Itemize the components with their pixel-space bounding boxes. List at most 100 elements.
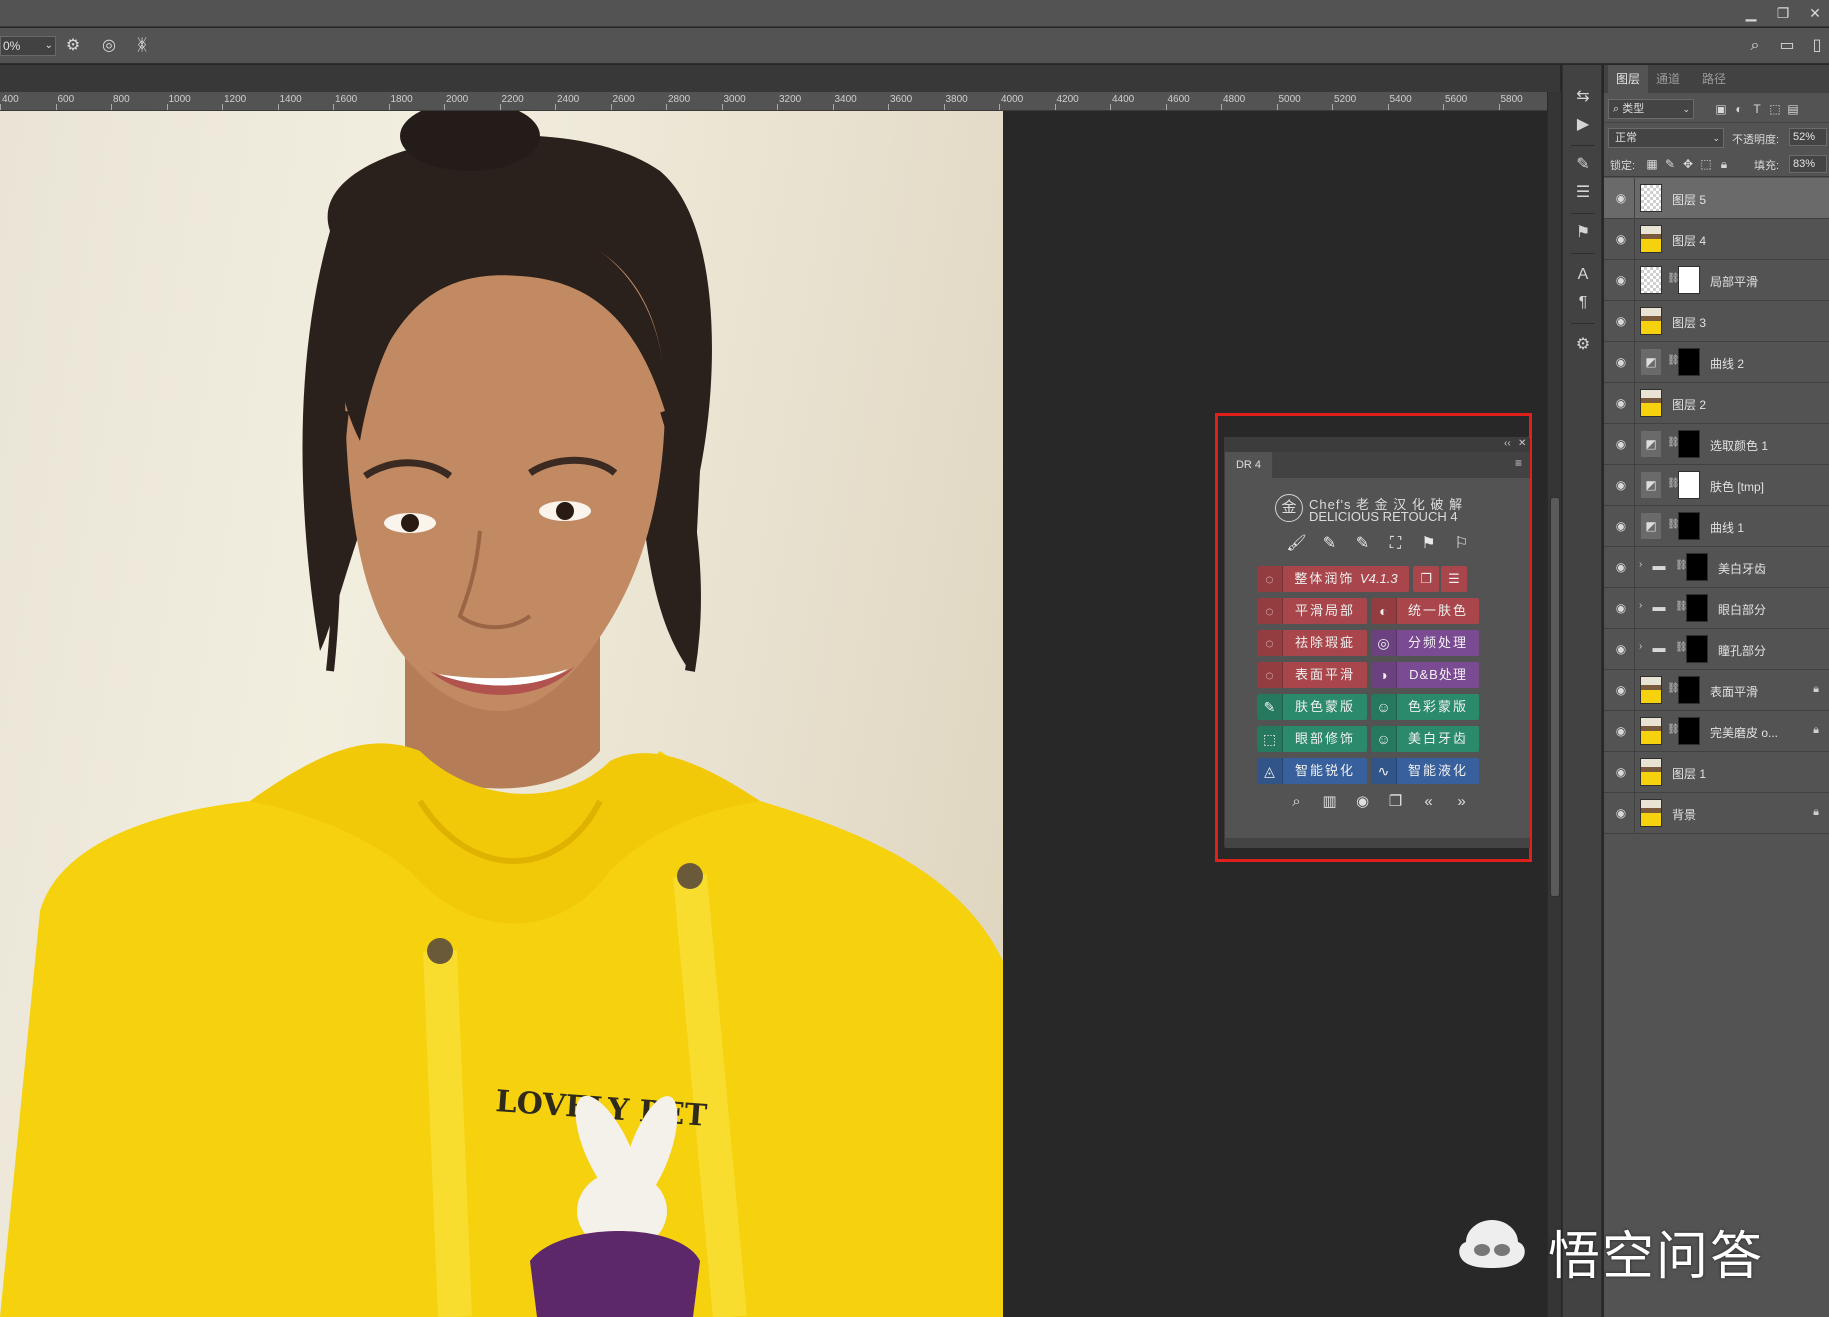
remove-blemish-button[interactable]: ◌ 祛除瑕疵 [1257, 630, 1367, 656]
stamp-plus-icon[interactable]: ⚐ [1445, 533, 1478, 553]
tab-paths[interactable]: 路径 [1702, 65, 1726, 93]
visibility-eye-icon[interactable]: ◉ [1613, 764, 1629, 780]
visibility-eye-icon[interactable]: ◉ [1613, 518, 1629, 534]
visibility-eye-icon[interactable]: ◉ [1613, 641, 1629, 657]
layer-mask-thumbnail[interactable] [1678, 348, 1700, 376]
lock-paint-icon[interactable]: ✎ [1662, 155, 1678, 173]
next-icon[interactable]: » [1445, 793, 1478, 810]
prev-icon[interactable]: « [1412, 793, 1445, 810]
layer-row[interactable]: ◉ 图层 2 [1604, 383, 1829, 424]
layer-mask-thumbnail[interactable] [1678, 430, 1700, 458]
workspace-icon[interactable]: ▭ [1776, 36, 1798, 56]
expand-arrow-icon[interactable]: › [1639, 600, 1642, 611]
dodge-burn-button[interactable]: ◑ D&B处理 [1371, 662, 1479, 688]
expand-arrow-icon[interactable]: › [1639, 559, 1642, 570]
smart-liquify-button[interactable]: ∿ 智能液化 [1371, 758, 1479, 784]
eye-retouch-button[interactable]: ⬚ 眼部修饰 [1257, 726, 1367, 752]
visibility-eye-icon[interactable]: ◉ [1613, 231, 1629, 247]
layer-row[interactable]: ◉ ◩ ⛓ 曲线 1 [1604, 506, 1829, 547]
color-mask-button[interactable]: ☺ 色彩蒙版 [1371, 694, 1479, 720]
scrollbar-thumb[interactable] [1550, 497, 1560, 897]
smart-object-filter-icon[interactable]: ▤ [1784, 99, 1802, 119]
layer-mask-thumbnail[interactable] [1678, 512, 1700, 540]
layer-row[interactable]: ◉ ⛓ 表面平滑 🔒︎ [1604, 670, 1829, 711]
selection-icon[interactable]: ⛶ [1379, 535, 1412, 553]
bandage-icon[interactable]: ✎ [1346, 533, 1379, 553]
lock-all-icon[interactable]: 🔒︎ [1716, 155, 1732, 173]
layer-row[interactable]: ◉ › ▬ ⛓ 瞳孔部分 [1604, 629, 1829, 670]
layer-row[interactable]: ◉ ◩ ⛓ 肤色 [tmp] [1604, 465, 1829, 506]
zoom-field[interactable]: 0% ⌄ [0, 36, 56, 56]
canvas-scrollbar[interactable] [1547, 92, 1561, 1317]
visibility-eye-icon[interactable]: ◉ [1613, 723, 1629, 739]
close-window-button[interactable]: ✕ [1801, 3, 1829, 23]
lock-move-icon[interactable]: ✥ [1680, 155, 1696, 173]
collapse-icon[interactable]: ‹‹ [1504, 438, 1511, 449]
blend-mode-select[interactable]: 正常 ⌄ [1608, 128, 1724, 148]
skin-mask-button[interactable]: ✎ 肤色蒙版 [1257, 694, 1367, 720]
share-icon[interactable]: ▯ [1806, 36, 1828, 56]
image-filter-icon[interactable]: ▣ [1712, 99, 1730, 119]
adjustment-filter-icon[interactable]: ◐ [1730, 99, 1748, 119]
layer-row[interactable]: ◉ › ▬ ⛓ 眼白部分 [1604, 588, 1829, 629]
minimize-button[interactable]: ▁ [1737, 3, 1765, 23]
panel-menu-icon[interactable]: ≡ [1515, 456, 1522, 470]
character-icon[interactable]: A [1563, 261, 1603, 289]
airbrush-icon[interactable]: ◎ [98, 36, 120, 56]
visibility-eye-icon[interactable]: ◉ [1613, 395, 1629, 411]
surface-smooth-button[interactable]: ◌ 表面平滑 [1257, 662, 1367, 688]
panel-scrollbar[interactable] [1225, 838, 1530, 848]
adjustments-icon[interactable]: ☰ [1563, 179, 1603, 207]
brush-settings-icon[interactable]: ✎ [1563, 151, 1603, 179]
layer-row[interactable]: ◉ 背景 🔒︎ [1604, 793, 1829, 834]
layer-row[interactable]: ◉ › ▬ ⛓ 美白牙齿 [1604, 547, 1829, 588]
layer-mask-thumbnail[interactable] [1678, 717, 1700, 745]
layers-icon[interactable]: ❐ [1413, 566, 1439, 592]
sliders-icon[interactable]: ☰ [1441, 566, 1467, 592]
expand-arrow-icon[interactable]: › [1639, 641, 1642, 652]
layer-row[interactable]: ◉ 图层 5 [1604, 178, 1829, 219]
lock-artboard-icon[interactable]: ⬚ [1698, 155, 1714, 173]
tab-layers[interactable]: 图层 [1608, 65, 1649, 93]
compare-icon[interactable]: ▥ [1313, 792, 1346, 810]
layer-mask-thumbnail[interactable] [1686, 635, 1708, 663]
copy-icon[interactable]: ❐ [1379, 792, 1412, 810]
layer-mask-thumbnail[interactable] [1686, 553, 1708, 581]
layer-row[interactable]: ◉ 图层 3 [1604, 301, 1829, 342]
properties-icon[interactable]: ⚙ [1563, 331, 1603, 359]
visibility-eye-icon[interactable]: ◉ [1613, 682, 1629, 698]
layer-mask-thumbnail[interactable] [1678, 266, 1700, 294]
lock-transparent-icon[interactable]: ▦ [1644, 155, 1660, 173]
visibility-eye-icon[interactable]: ◉ [1613, 272, 1629, 288]
layer-row[interactable]: ◉ ⛓ 完美磨皮 o... 🔒︎ [1604, 711, 1829, 752]
opacity-field[interactable]: 52% [1789, 128, 1827, 146]
smooth-local-button[interactable]: ◌ 平滑局部 [1257, 598, 1367, 624]
frequency-separation-button[interactable]: ◎ 分频处理 [1371, 630, 1479, 656]
layer-row[interactable]: ◉ ◩ ⛓ 曲线 2 [1604, 342, 1829, 383]
close-icon[interactable]: ✕ [1518, 438, 1526, 449]
overall-retouch-button[interactable]: ◌ 整体润饰 V4.1.3 [1257, 566, 1409, 592]
visibility-eye-icon[interactable]: ◉ [1613, 559, 1629, 575]
kind-filter-select[interactable]: ⌕ 类型 ⌄ [1608, 99, 1694, 119]
layer-mask-thumbnail[interactable] [1678, 676, 1700, 704]
whiten-teeth-button[interactable]: ☺ 美白牙齿 [1371, 726, 1479, 752]
eye-icon[interactable]: ◉ [1346, 792, 1379, 810]
layer-row[interactable]: ◉ 图层 1 [1604, 752, 1829, 793]
tab-dr4[interactable]: DR 4 [1225, 452, 1273, 478]
shape-filter-icon[interactable]: ⬚ [1766, 99, 1784, 119]
layer-mask-thumbnail[interactable] [1686, 594, 1708, 622]
paragraph-icon[interactable]: ¶ [1563, 289, 1603, 317]
visibility-eye-icon[interactable]: ◉ [1613, 436, 1629, 452]
bandage-icon[interactable]: ✎ [1313, 533, 1346, 553]
search-icon[interactable]: ⌕ [1744, 36, 1766, 56]
layer-row[interactable]: ◉ ◩ ⛓ 选取颜色 1 [1604, 424, 1829, 465]
clone-source-icon[interactable]: ⚑ [1563, 219, 1603, 247]
play-icon[interactable]: ▶ [1563, 111, 1603, 139]
stamp-icon[interactable]: ⚑ [1412, 533, 1445, 553]
gear-icon[interactable]: ⚙ [62, 36, 84, 56]
visibility-eye-icon[interactable]: ◉ [1613, 354, 1629, 370]
type-filter-icon[interactable]: T [1748, 99, 1766, 119]
visibility-eye-icon[interactable]: ◉ [1613, 190, 1629, 206]
visibility-eye-icon[interactable]: ◉ [1613, 477, 1629, 493]
visibility-eye-icon[interactable]: ◉ [1613, 600, 1629, 616]
